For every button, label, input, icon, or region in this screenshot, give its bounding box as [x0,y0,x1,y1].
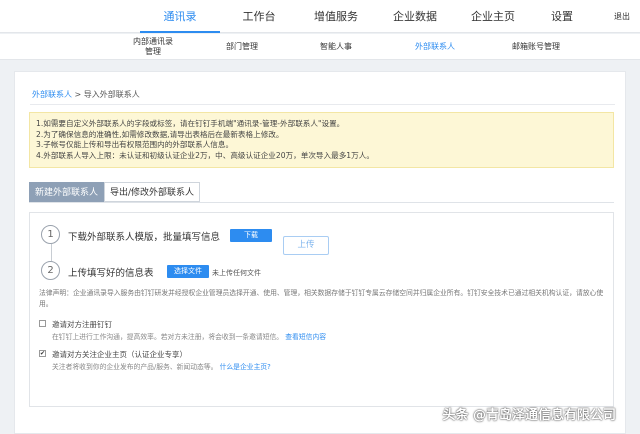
subnav-external-contacts[interactable]: 外部联系人 [402,34,468,60]
top-nav: 通讯录 工作台 增值服务 企业数据 企业主页 设置 退出 [0,0,640,33]
subnav-department-management[interactable]: 部门管理 [214,34,270,60]
step-2-text: 上传填写好的信息表 [68,268,154,279]
watermark: 头条 @青岛泽通信息有限公司 [442,408,616,423]
invite-register-checkbox[interactable] [39,320,46,327]
nav-workbench[interactable]: 工作台 [229,0,289,33]
breadcrumb: 外部联系人 > 导入外部联系人 [32,89,140,100]
follow-homepage-label: 邀请对方关注企业主页（认证企业专享） [52,350,187,359]
no-file-hint: 未上传任何文件 [212,269,261,277]
subnav-internal-contacts[interactable]: 内部通讯录 管理 [120,34,186,60]
tab-export-modify-external-contact[interactable]: 导出/修改外部联系人 [104,182,201,202]
breadcrumb-parent[interactable]: 外部联系人 [32,90,72,99]
divider [29,202,614,203]
subnav-mailbox-accounts[interactable]: 邮箱账号管理 [503,34,569,60]
sub-nav: 内部通讯录 管理 部门管理 智能人事 外部联系人 邮箱账号管理 [0,34,640,60]
follow-homepage-desc-text: 关注者将收到你的企业发布的产品/服务、新闻动态等。 [52,363,218,371]
download-button[interactable]: 下载 [230,229,272,242]
nav-enterprise-homepage[interactable]: 企业主页 [461,0,525,33]
legal-statement: 法律声明：企业通讯录导入服务由钉钉研发并经授权企业管理员选择开通、使用、管理，相… [39,289,604,308]
step-1-text: 下载外部联系人模版，批量填写信息 [68,232,221,243]
notice-line: 4.外部联系人导入上限：未认证和初级认证企业2万，中、高级认证企业20万，单次导… [36,150,374,160]
invite-register-desc-text: 在钉钉上进行工作沟通，提高效率。若对方未注册，将会收到一条邀请短信。 [52,333,284,341]
step-1-circle: 1 [41,225,60,244]
breadcrumb-separator: > [74,90,82,99]
follow-homepage-checkbox[interactable]: ✔ [39,350,46,357]
invite-register-desc: 在钉钉上进行工作沟通，提高效率。若对方未注册，将会收到一条邀请短信。 查看短信内… [52,331,326,341]
logout-link[interactable]: 退出 [614,0,630,33]
nav-contacts[interactable]: 通讯录 [140,0,220,33]
step-connector [51,244,52,261]
notice-box: 1.如需要自定义外部联系人的字段或标签，请在钉钉手机端"通讯录-管理-外部联系人… [29,112,614,168]
import-tabs: 新建外部联系人 导出/修改外部联系人 [29,182,201,202]
main-panel: 外部联系人 > 导入外部联系人 1.如需要自定义外部联系人的字段或标签，请在钉钉… [14,71,626,434]
notice-line: 3.子帐号仅能上传和导出有权限范围内的外部联系人信息。 [36,140,234,149]
what-is-homepage-link[interactable]: 什么是企业主页? [220,363,271,371]
nav-settings[interactable]: 设置 [540,0,584,33]
nav-enterprise-data[interactable]: 企业数据 [383,0,447,33]
notice-line: 1.如需要自定义外部联系人的字段或标签，请在钉钉手机端"通讯录-管理-外部联系人… [36,119,345,128]
divider [30,104,615,105]
invite-register-label: 邀请对方注册钉钉 [52,320,112,329]
nav-value-added-services[interactable]: 增值服务 [304,0,368,33]
step-2-circle: 2 [41,261,60,280]
breadcrumb-current: 导入外部联系人 [83,90,140,99]
choose-file-button[interactable]: 选择文件 [167,265,209,278]
subnav-smart-hr[interactable]: 智能人事 [308,34,364,60]
tab-new-external-contact[interactable]: 新建外部联系人 [29,182,105,202]
view-sms-link[interactable]: 查看短信内容 [285,333,326,341]
follow-homepage-desc: 关注者将收到你的企业发布的产品/服务、新闻动态等。 什么是企业主页? [52,361,271,371]
upload-button[interactable]: 上传 [283,236,329,255]
notice-line: 2.为了确保信息的准确性,如需修改数据,请导出表格后在最新表格上修改。 [36,129,284,139]
